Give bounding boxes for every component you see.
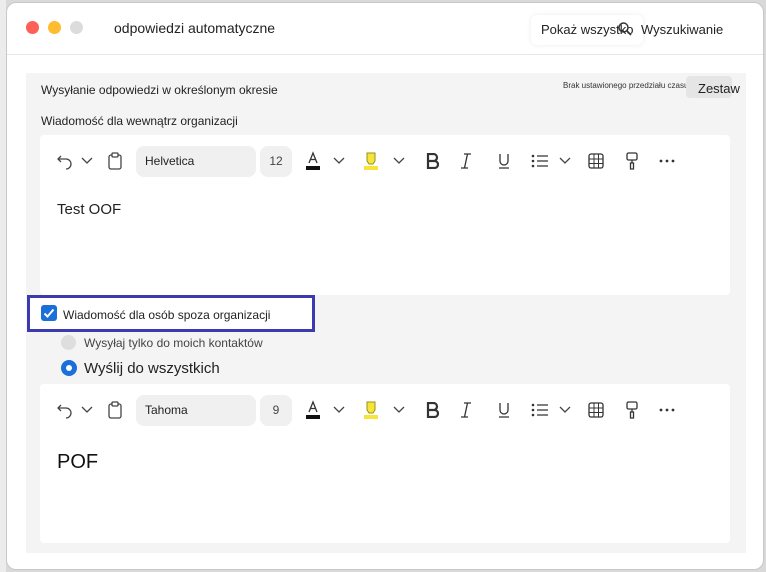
format-painter-icon[interactable] xyxy=(624,398,640,422)
font-size-dropdown[interactable]: 9 xyxy=(260,395,292,426)
table-icon[interactable] xyxy=(587,398,605,422)
bold-icon[interactable] xyxy=(424,149,440,173)
search-icon[interactable] xyxy=(617,21,633,37)
chevron-down-icon[interactable] xyxy=(392,149,406,173)
titlebar: odpowiedzi automatyczne Pokaż wszystko W… xyxy=(7,3,763,55)
clipboard-icon[interactable] xyxy=(106,149,124,173)
window-title: odpowiedzi automatyczne xyxy=(114,20,276,36)
table-icon[interactable] xyxy=(587,149,605,173)
close-button[interactable] xyxy=(26,21,39,34)
more-icon[interactable] xyxy=(658,149,676,173)
minimize-button[interactable] xyxy=(48,21,61,34)
inside-toolbar: Helvetica 12 xyxy=(40,135,730,187)
bullet-list-icon[interactable] xyxy=(530,398,550,422)
auto-replies-window: odpowiedzi automatyczne Pokaż wszystko W… xyxy=(6,2,764,570)
font-color-icon[interactable] xyxy=(304,149,322,173)
font-size-dropdown[interactable]: 12 xyxy=(260,146,292,177)
outside-org-label: Wiadomość dla osób spoza organizacji xyxy=(63,308,271,322)
format-painter-icon[interactable] xyxy=(624,149,640,173)
inside-message-text[interactable]: Test OOF xyxy=(57,201,121,218)
radio-send-all[interactable] xyxy=(61,360,77,376)
outside-message-text[interactable]: POF xyxy=(57,451,98,474)
highlighter-icon[interactable] xyxy=(362,149,380,173)
chevron-down-icon[interactable] xyxy=(558,398,572,422)
set-button[interactable]: Zestaw xyxy=(686,76,740,98)
bullet-list-icon[interactable] xyxy=(530,149,550,173)
no-range-label: Brak ustawionego przedziału czasu xyxy=(563,81,689,90)
chevron-down-icon[interactable] xyxy=(558,149,572,173)
radio-contacts-only-label[interactable]: Wysyłaj tylko do moich kontaktów xyxy=(84,336,263,350)
bold-icon[interactable] xyxy=(424,398,440,422)
chevron-down-icon[interactable] xyxy=(332,398,346,422)
chevron-down-icon[interactable] xyxy=(332,149,346,173)
chevron-down-icon[interactable] xyxy=(392,398,406,422)
outside-toolbar: Tahoma 9 xyxy=(40,384,730,436)
chevron-down-icon[interactable] xyxy=(80,398,94,422)
zoom-button[interactable] xyxy=(70,21,83,34)
clipboard-icon[interactable] xyxy=(106,398,124,422)
undo-icon[interactable] xyxy=(54,149,76,173)
outside-org-checkbox[interactable] xyxy=(41,305,57,321)
radio-send-all-label[interactable]: Wyślij do wszystkich xyxy=(84,360,220,377)
inside-editor[interactable]: Helvetica 12 Test OOF xyxy=(40,135,730,295)
inside-label: Wiadomość dla wewnątrz organizacji xyxy=(41,114,238,128)
font-family-dropdown[interactable]: Tahoma xyxy=(136,395,256,426)
radio-contacts-only[interactable] xyxy=(61,335,76,350)
underline-icon[interactable] xyxy=(496,398,512,422)
italic-icon[interactable] xyxy=(458,149,474,173)
font-family-dropdown[interactable]: Helvetica xyxy=(136,146,256,177)
italic-icon[interactable] xyxy=(458,398,474,422)
more-icon[interactable] xyxy=(658,398,676,422)
period-label: Wysyłanie odpowiedzi w określonym okresi… xyxy=(41,83,278,97)
chevron-down-icon[interactable] xyxy=(80,149,94,173)
font-color-icon[interactable] xyxy=(304,398,322,422)
search-label[interactable]: Wyszukiwanie xyxy=(641,22,723,37)
underline-icon[interactable] xyxy=(496,149,512,173)
outside-editor[interactable]: Tahoma 9 POF xyxy=(40,384,730,543)
highlighter-icon[interactable] xyxy=(362,398,380,422)
undo-icon[interactable] xyxy=(54,398,76,422)
outside-org-checkbox-row[interactable]: Wiadomość dla osób spoza organizacji xyxy=(27,295,315,332)
